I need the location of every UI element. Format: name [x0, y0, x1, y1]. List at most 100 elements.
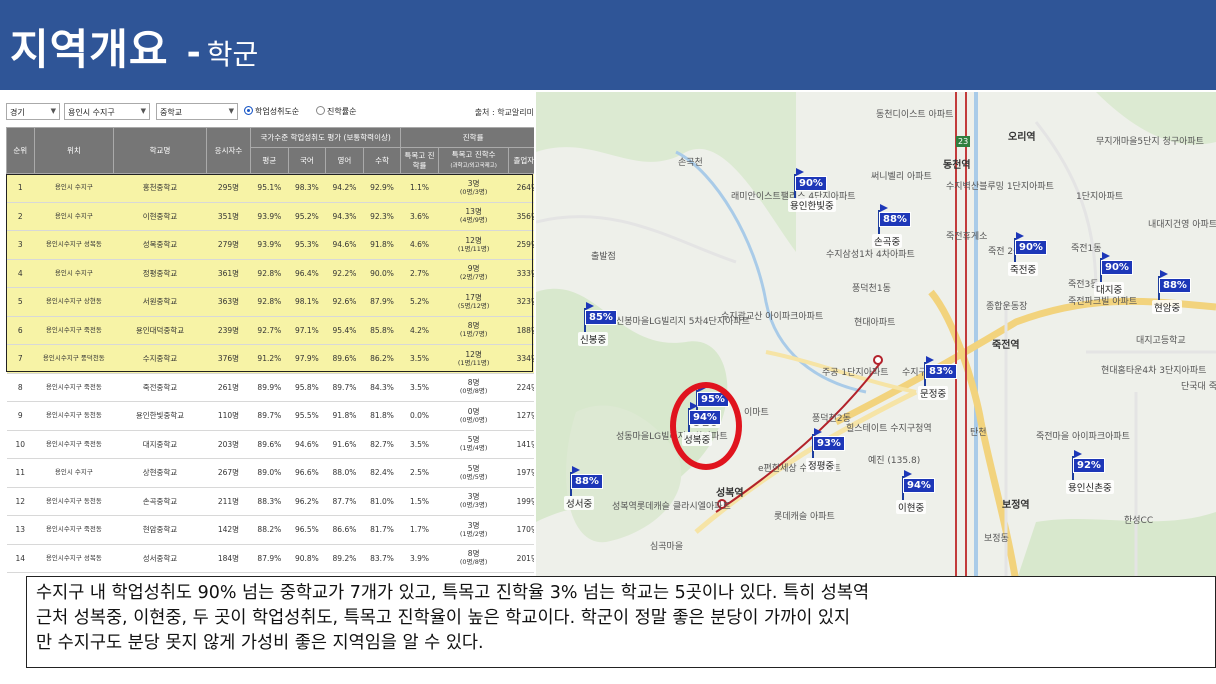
level-select[interactable]: 중학교 ▼ — [156, 103, 238, 120]
cell-kor: 96.6% — [288, 458, 326, 488]
th-graduates[interactable]: 졸업자수 — [508, 147, 534, 174]
flag-school-name: 문정중 — [918, 386, 949, 400]
cell-count: 361명 — [206, 259, 251, 288]
cell-avg: 89.7% — [250, 401, 289, 431]
th-korean[interactable]: 국어 — [287, 147, 327, 174]
cell-kor: 95.5% — [288, 401, 326, 431]
flag-percent: 90% — [1015, 240, 1047, 255]
flag-school-name: 용인신촌중 — [1066, 480, 1114, 494]
caption-line: 수지구 내 학업성취도 90% 넘는 중학교가 7개가 있고, 특목고 진학율 … — [36, 583, 870, 603]
table-row[interactable]: 8 용인시수지구 죽전동 죽전중학교 261명 89.9% 95.8% 89.7% 84.3%… — [6, 373, 534, 402]
radio-advancement-label: 진학률순 — [327, 107, 357, 116]
cell-school: 이현중학교 — [113, 202, 207, 231]
cell-count: 279명 — [206, 230, 251, 260]
th-count[interactable]: 응시자수 — [205, 127, 252, 174]
cell-spn: 3명 (1명/2명) — [438, 515, 509, 545]
cell-sp: 4.2% — [400, 316, 439, 345]
cell-avg: 87.9% — [250, 544, 289, 573]
flag-school-name: 죽전중 — [1008, 262, 1039, 276]
table-row[interactable]: 4 용인시 수지구 정평중학교 361명 92.8% 96.4% 92.2% 90.0% 2.7… — [6, 259, 534, 288]
cell-school: 손곡중학교 — [113, 487, 207, 516]
cell-special-count: 17명 — [465, 292, 482, 302]
cell-count: 267명 — [206, 458, 251, 488]
table-row[interactable]: 2 용인시 수지구 이현중학교 351명 93.9% 95.2% 94.3% 92.3% 3.6… — [6, 202, 534, 231]
title-dash: - — [186, 33, 201, 73]
map-label: 이마트 — [744, 408, 769, 418]
flag-icon — [926, 356, 934, 364]
th-location[interactable]: 위치 — [33, 127, 115, 174]
map-label: 죽전마을 아이파크아파트 — [1036, 432, 1130, 442]
school-map[interactable]: 동천디이스트 아파트 오리역 무지개마을5단지 청구아파트 손곡천 동천역 써니… — [536, 92, 1216, 582]
flag-icon — [904, 470, 912, 478]
cell-school: 상현중학교 — [113, 458, 207, 488]
source-text: 출처 : 학교알리미 — [474, 108, 534, 117]
th-special-count[interactable]: 특목고 진학수 (과학고/외고국제고) — [437, 147, 510, 174]
cell-rank: 2 — [6, 202, 35, 231]
radio-achievement[interactable]: 학업성취도순 — [244, 106, 299, 117]
cell-eng: 89.6% — [325, 344, 364, 374]
level-value: 중학교 — [160, 108, 183, 117]
table-row[interactable]: 14 용인시수지구 성복동 성서중학교 184명 87.9% 90.8% 89.2% 83.7… — [6, 544, 534, 573]
table-row[interactable]: 1 용인시 수지구 홍천중학교 295명 95.1% 98.3% 94.2% 92.9% 1.1… — [6, 173, 534, 203]
cell-eng: 86.6% — [325, 515, 364, 545]
table-row[interactable]: 11 용인시 수지구 상현중학교 267명 89.0% 96.6% 88.0% 82.4% 2.… — [6, 458, 534, 488]
th-english[interactable]: 영어 — [325, 147, 364, 174]
cell-rank: 10 — [6, 430, 35, 459]
th-group-advancement: 진학률 — [400, 127, 534, 148]
table-row[interactable]: 10 용인시수지구 죽전동 대지중학교 203명 89.6% 94.6% 91.6% 82.7… — [6, 430, 534, 459]
cell-spn: 3명 (0명/3명) — [438, 173, 509, 203]
map-label: 써니벨리 아파트 — [871, 172, 932, 182]
cell-kor: 98.3% — [288, 173, 326, 203]
th-avg[interactable]: 평균 — [250, 147, 289, 174]
cell-grad: 259명 — [508, 230, 534, 260]
table-row[interactable]: 13 용인시수지구 죽전동 현암중학교 142명 88.2% 96.5% 86.6% 81.7… — [6, 515, 534, 545]
cell-avg: 92.8% — [250, 259, 289, 288]
cell-grad: 199명 — [508, 487, 534, 516]
cell-school: 죽전중학교 — [113, 373, 207, 402]
map-label-station: 보정역 — [1002, 500, 1030, 511]
province-select[interactable]: 경기 ▼ — [6, 103, 60, 120]
table-row[interactable]: 9 용인시수지구 동천동 용인한빛중학교 110명 89.7% 95.5% 91.8% 81.… — [6, 401, 534, 431]
cell-special-detail: (1명/11명) — [457, 244, 490, 253]
cell-special-count: 0명 — [467, 406, 480, 416]
th-math[interactable]: 수학 — [362, 147, 402, 174]
radio-advancement[interactable]: 진학률순 — [316, 106, 356, 117]
th-special-rate[interactable]: 특목고 진학률 — [400, 147, 439, 174]
district-select[interactable]: 용인시 수지구 ▼ — [64, 103, 150, 120]
chevron-down-icon: ▼ — [228, 107, 234, 115]
table-row[interactable]: 3 용인시수지구 성복동 성복중학교 279명 93.9% 95.3% 94.6% 91.8%… — [6, 230, 534, 260]
cell-eng: 91.6% — [325, 430, 364, 459]
cell-grad: 323명 — [508, 287, 534, 317]
cell-kor: 96.4% — [288, 259, 326, 288]
cell-math: 82.4% — [363, 458, 401, 488]
cell-sp: 2.7% — [400, 259, 439, 288]
th-special-count-label: 특목고 진학수 — [451, 150, 496, 159]
cell-special-detail: (5명/12명) — [457, 301, 490, 310]
map-label: 죽전휴게소 — [946, 232, 988, 242]
cell-avg: 89.9% — [250, 373, 289, 402]
map-label: 힐스테이트 수지구청역 — [846, 424, 932, 434]
table-row[interactable]: 5 용인시수지구 상현동 서원중학교 363명 92.8% 98.1% 92.6% 87.9%… — [6, 287, 534, 317]
th-rank[interactable]: 순위 — [6, 127, 35, 174]
cell-avg: 93.9% — [250, 230, 289, 260]
flag-icon — [1016, 232, 1024, 240]
map-label: 현대홈타운4차 3단지아파트 — [1101, 366, 1207, 376]
table-row[interactable]: 12 용인시수지구 동천동 손곡중학교 211명 88.3% 96.2% 87.7% 81.0… — [6, 487, 534, 516]
cell-special-count: 12명 — [465, 349, 482, 359]
cell-math: 85.8% — [363, 316, 401, 345]
table-row[interactable]: 6 용인시수지구 죽전동 용인대덕중학교 239명 92.7% 97.1% 95.4% 85.… — [6, 316, 534, 345]
map-label: 종합운동장 — [986, 302, 1028, 312]
th-special-count-sub: (과학고/외고국제고) — [450, 163, 497, 169]
cell-spn: 5명 (1명/4명) — [438, 430, 509, 459]
flag-percent: 85% — [585, 310, 617, 325]
cell-spn: 8명 (0명/8명) — [438, 544, 509, 573]
cell-special-detail: (0명/8명) — [459, 387, 488, 396]
caption-line: 근처 성복중, 이현중, 두 곳이 학업성취도, 특목고 진학율이 높은 학교이… — [36, 608, 851, 628]
flag-percent: 92% — [1073, 458, 1105, 473]
flag-percent: 88% — [1159, 278, 1191, 293]
th-school[interactable]: 학교명 — [113, 127, 207, 174]
cell-math: 81.8% — [363, 401, 401, 431]
cell-avg: 95.1% — [250, 173, 289, 203]
table-row[interactable]: 7 용인시수지구 풍덕천동 수지중학교 376명 91.2% 97.9% 89.6% 86.2… — [6, 344, 534, 374]
cell-special-count: 9명 — [467, 264, 480, 274]
